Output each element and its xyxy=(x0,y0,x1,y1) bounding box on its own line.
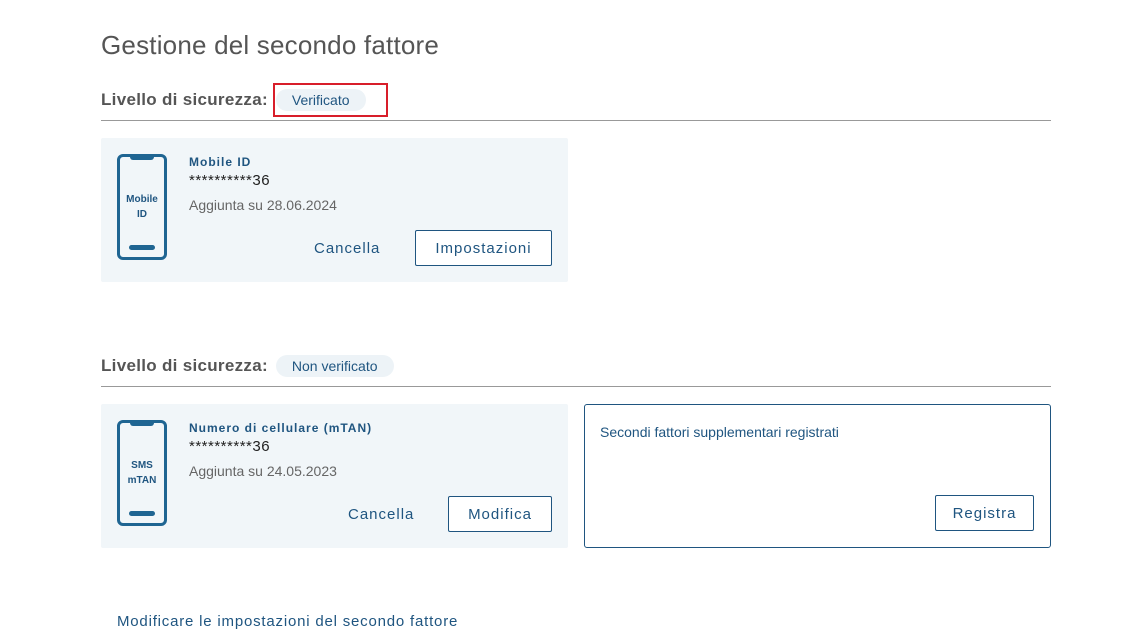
divider xyxy=(101,386,1051,387)
mobile-id-card: Mobile ID Mobile ID **********36 Aggiunt… xyxy=(101,138,568,282)
sms-mtan-card: SMS mTAN Numero di cellulare (mTAN) ****… xyxy=(101,404,568,548)
cancel-button[interactable]: Cancella xyxy=(314,240,380,257)
status-badge-unverified: Non verificato xyxy=(275,355,394,377)
phone-icon-label: Mobile ID xyxy=(126,194,158,220)
security-level-label: Livello di sicurezza: xyxy=(101,356,268,375)
phone-icon-label: SMS mTAN xyxy=(127,460,157,486)
highlight-box xyxy=(273,83,388,117)
additional-factors-title: Secondi fattori supplementari registrati xyxy=(600,424,839,440)
phone-icon: Mobile ID xyxy=(117,154,167,260)
divider xyxy=(101,120,1051,121)
card-number: **********36 xyxy=(189,172,271,189)
card-date: Aggiunta su 24.05.2023 xyxy=(189,463,337,479)
card-date: Aggiunta su 28.06.2024 xyxy=(189,197,337,213)
additional-factors-panel: Secondi fattori supplementari registrati… xyxy=(584,404,1051,548)
register-button[interactable]: Registra xyxy=(935,495,1034,531)
edit-button[interactable]: Modifica xyxy=(448,496,552,532)
settings-button[interactable]: Impostazioni xyxy=(415,230,552,266)
card-title: Mobile ID xyxy=(189,155,252,169)
phone-icon: SMS mTAN xyxy=(117,420,167,526)
page-title: Gestione del secondo fattore xyxy=(101,30,440,60)
card-title: Numero di cellulare (mTAN) xyxy=(189,421,373,435)
security-level-label: Livello di sicurezza: xyxy=(101,90,268,109)
modify-settings-link[interactable]: Modificare le impostazioni del secondo f… xyxy=(117,613,458,630)
card-number: **********36 xyxy=(189,438,271,455)
security-level-unverified: Livello di sicurezza: Non verificato xyxy=(101,355,394,377)
cancel-button[interactable]: Cancella xyxy=(348,506,414,523)
